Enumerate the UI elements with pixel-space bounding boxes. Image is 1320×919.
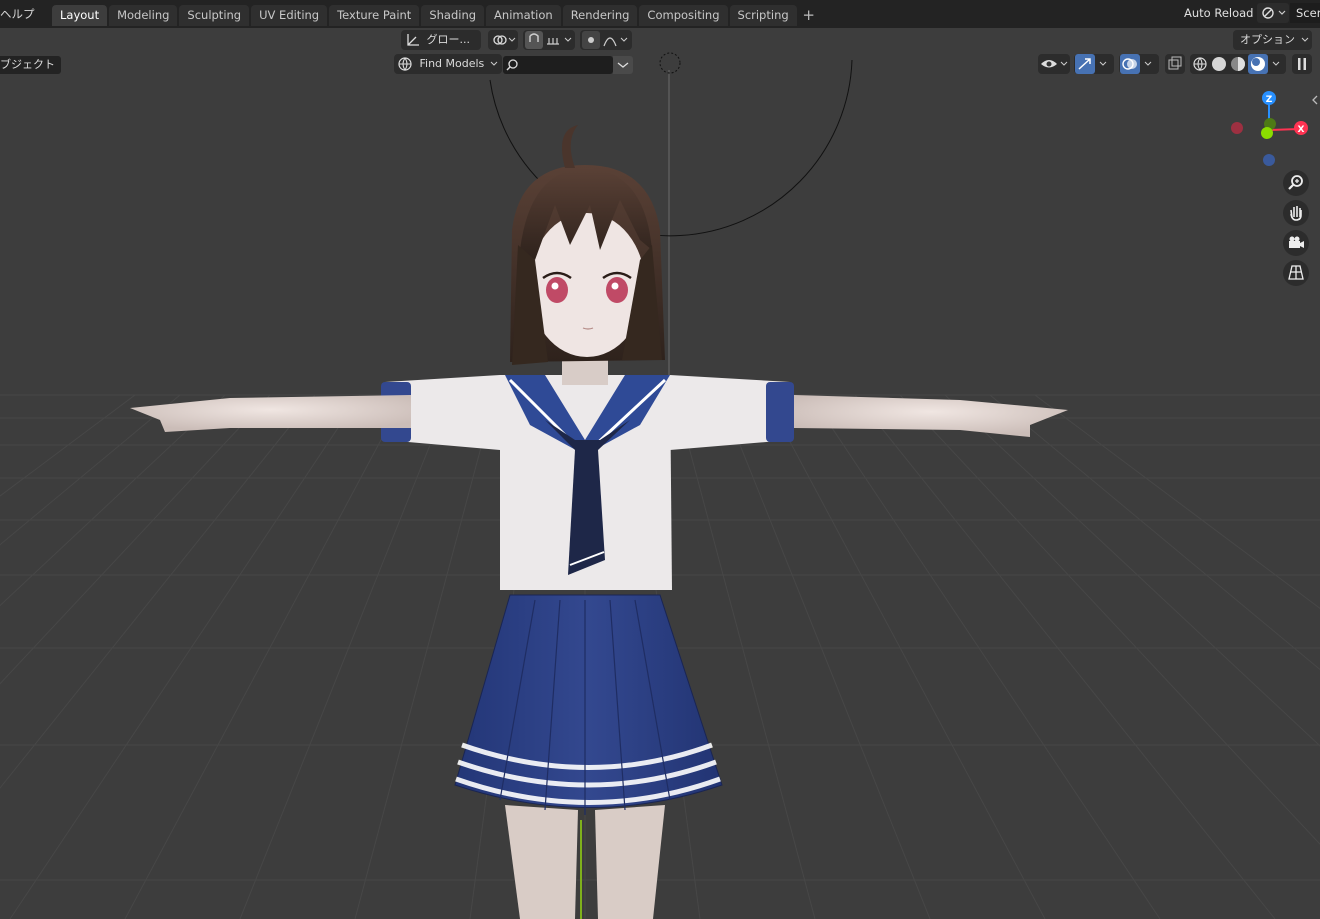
chevron-down-icon [1301,37,1308,42]
material-shading-icon [1231,57,1245,71]
top-bar: ヘルプ Layout Modeling Sculpting UV Editing… [0,0,1320,28]
tab-texture-paint[interactable]: Texture Paint [329,5,420,26]
options-dropdown[interactable]: オプション [1233,30,1312,50]
visibility-dropdown[interactable] [1038,54,1070,74]
gizmo-icon [1075,54,1107,74]
search-icon [506,59,518,71]
grid-icon [1288,265,1304,280]
tab-rendering[interactable]: Rendering [562,5,638,26]
overlay-toggle[interactable] [1119,54,1159,74]
axes-icon [407,34,419,46]
pivot-point-dropdown[interactable] [488,30,518,50]
object-mode-dropdown[interactable]: ブジェクト [0,56,61,74]
gizmo-z-label: Z [1266,95,1273,105]
globe-icon [398,57,412,71]
object-mode-label: ブジェクト [0,58,55,71]
scene-selector-button[interactable] [1257,3,1289,23]
zoom-icon [1288,175,1303,190]
proportional-editing-toggle[interactable] [580,30,632,50]
pan-button[interactable] [1283,200,1309,226]
tab-animation[interactable]: Animation [486,5,561,26]
xray-icon [1168,56,1182,70]
magnet-icon [525,31,572,49]
camera-icon [1289,236,1304,248]
viewport-scene [0,52,1320,919]
find-models-search-input[interactable] [503,56,613,74]
tab-sculpting[interactable]: Sculpting [179,5,250,26]
xray-toggle[interactable] [1165,54,1185,74]
overlay-icon [1120,54,1152,74]
find-models-options-button[interactable] [613,56,633,74]
pivot-icon [493,35,516,45]
tab-shading[interactable]: Shading [421,5,485,26]
tab-layout[interactable]: Layout [52,5,108,26]
tab-uv-editing[interactable]: UV Editing [251,5,328,26]
wireframe-shading-icon [1193,57,1207,71]
chevron-down-icon [490,61,498,66]
chevron-down-icon [617,62,629,68]
scene-icon [1262,7,1286,19]
workspace-tabs: Layout Modeling Sculpting UV Editing Tex… [52,5,821,27]
add-workspace-button[interactable]: + [799,5,819,26]
gizmo-x-label: X [1298,125,1305,135]
perspective-toggle-button[interactable] [1283,260,1309,286]
shading-mode-buttons [1190,54,1286,74]
find-models-label: Find Models [419,57,485,70]
transform-orientation-dropdown[interactable]: グロー... [401,30,481,62]
shading-icons [1193,54,1280,74]
transform-orientation-label: グロー... [426,33,471,46]
menu-help[interactable]: ヘルプ [0,6,35,22]
pause-icon [1298,58,1306,70]
navigation-gizmo[interactable]: Z X [1225,86,1315,171]
solid-shading-icon [1212,57,1226,71]
rendered-shading-icon [1248,54,1268,74]
auto-reload-label[interactable]: Auto Reload [1184,6,1253,20]
tab-scripting[interactable]: Scripting [729,5,797,26]
zoom-button[interactable] [1283,170,1309,196]
tab-compositing[interactable]: Compositing [639,5,728,26]
pause-render-button[interactable] [1292,54,1312,74]
options-label: オプション [1240,33,1295,46]
camera-view-button[interactable] [1283,230,1309,256]
gizmo-toggle[interactable] [1074,54,1114,74]
find-models-dropdown[interactable]: Find Models [394,54,502,74]
3d-viewport[interactable]: ブジェクト グロー... Find Models オプション Z X [0,28,1320,919]
hand-icon [1290,206,1302,221]
eye-icon [1041,60,1068,68]
tab-modeling[interactable]: Modeling [109,5,178,26]
proportional-icon [582,31,628,49]
scene-name-field[interactable]: Scen [1290,3,1320,23]
snap-toggle[interactable] [523,30,575,50]
